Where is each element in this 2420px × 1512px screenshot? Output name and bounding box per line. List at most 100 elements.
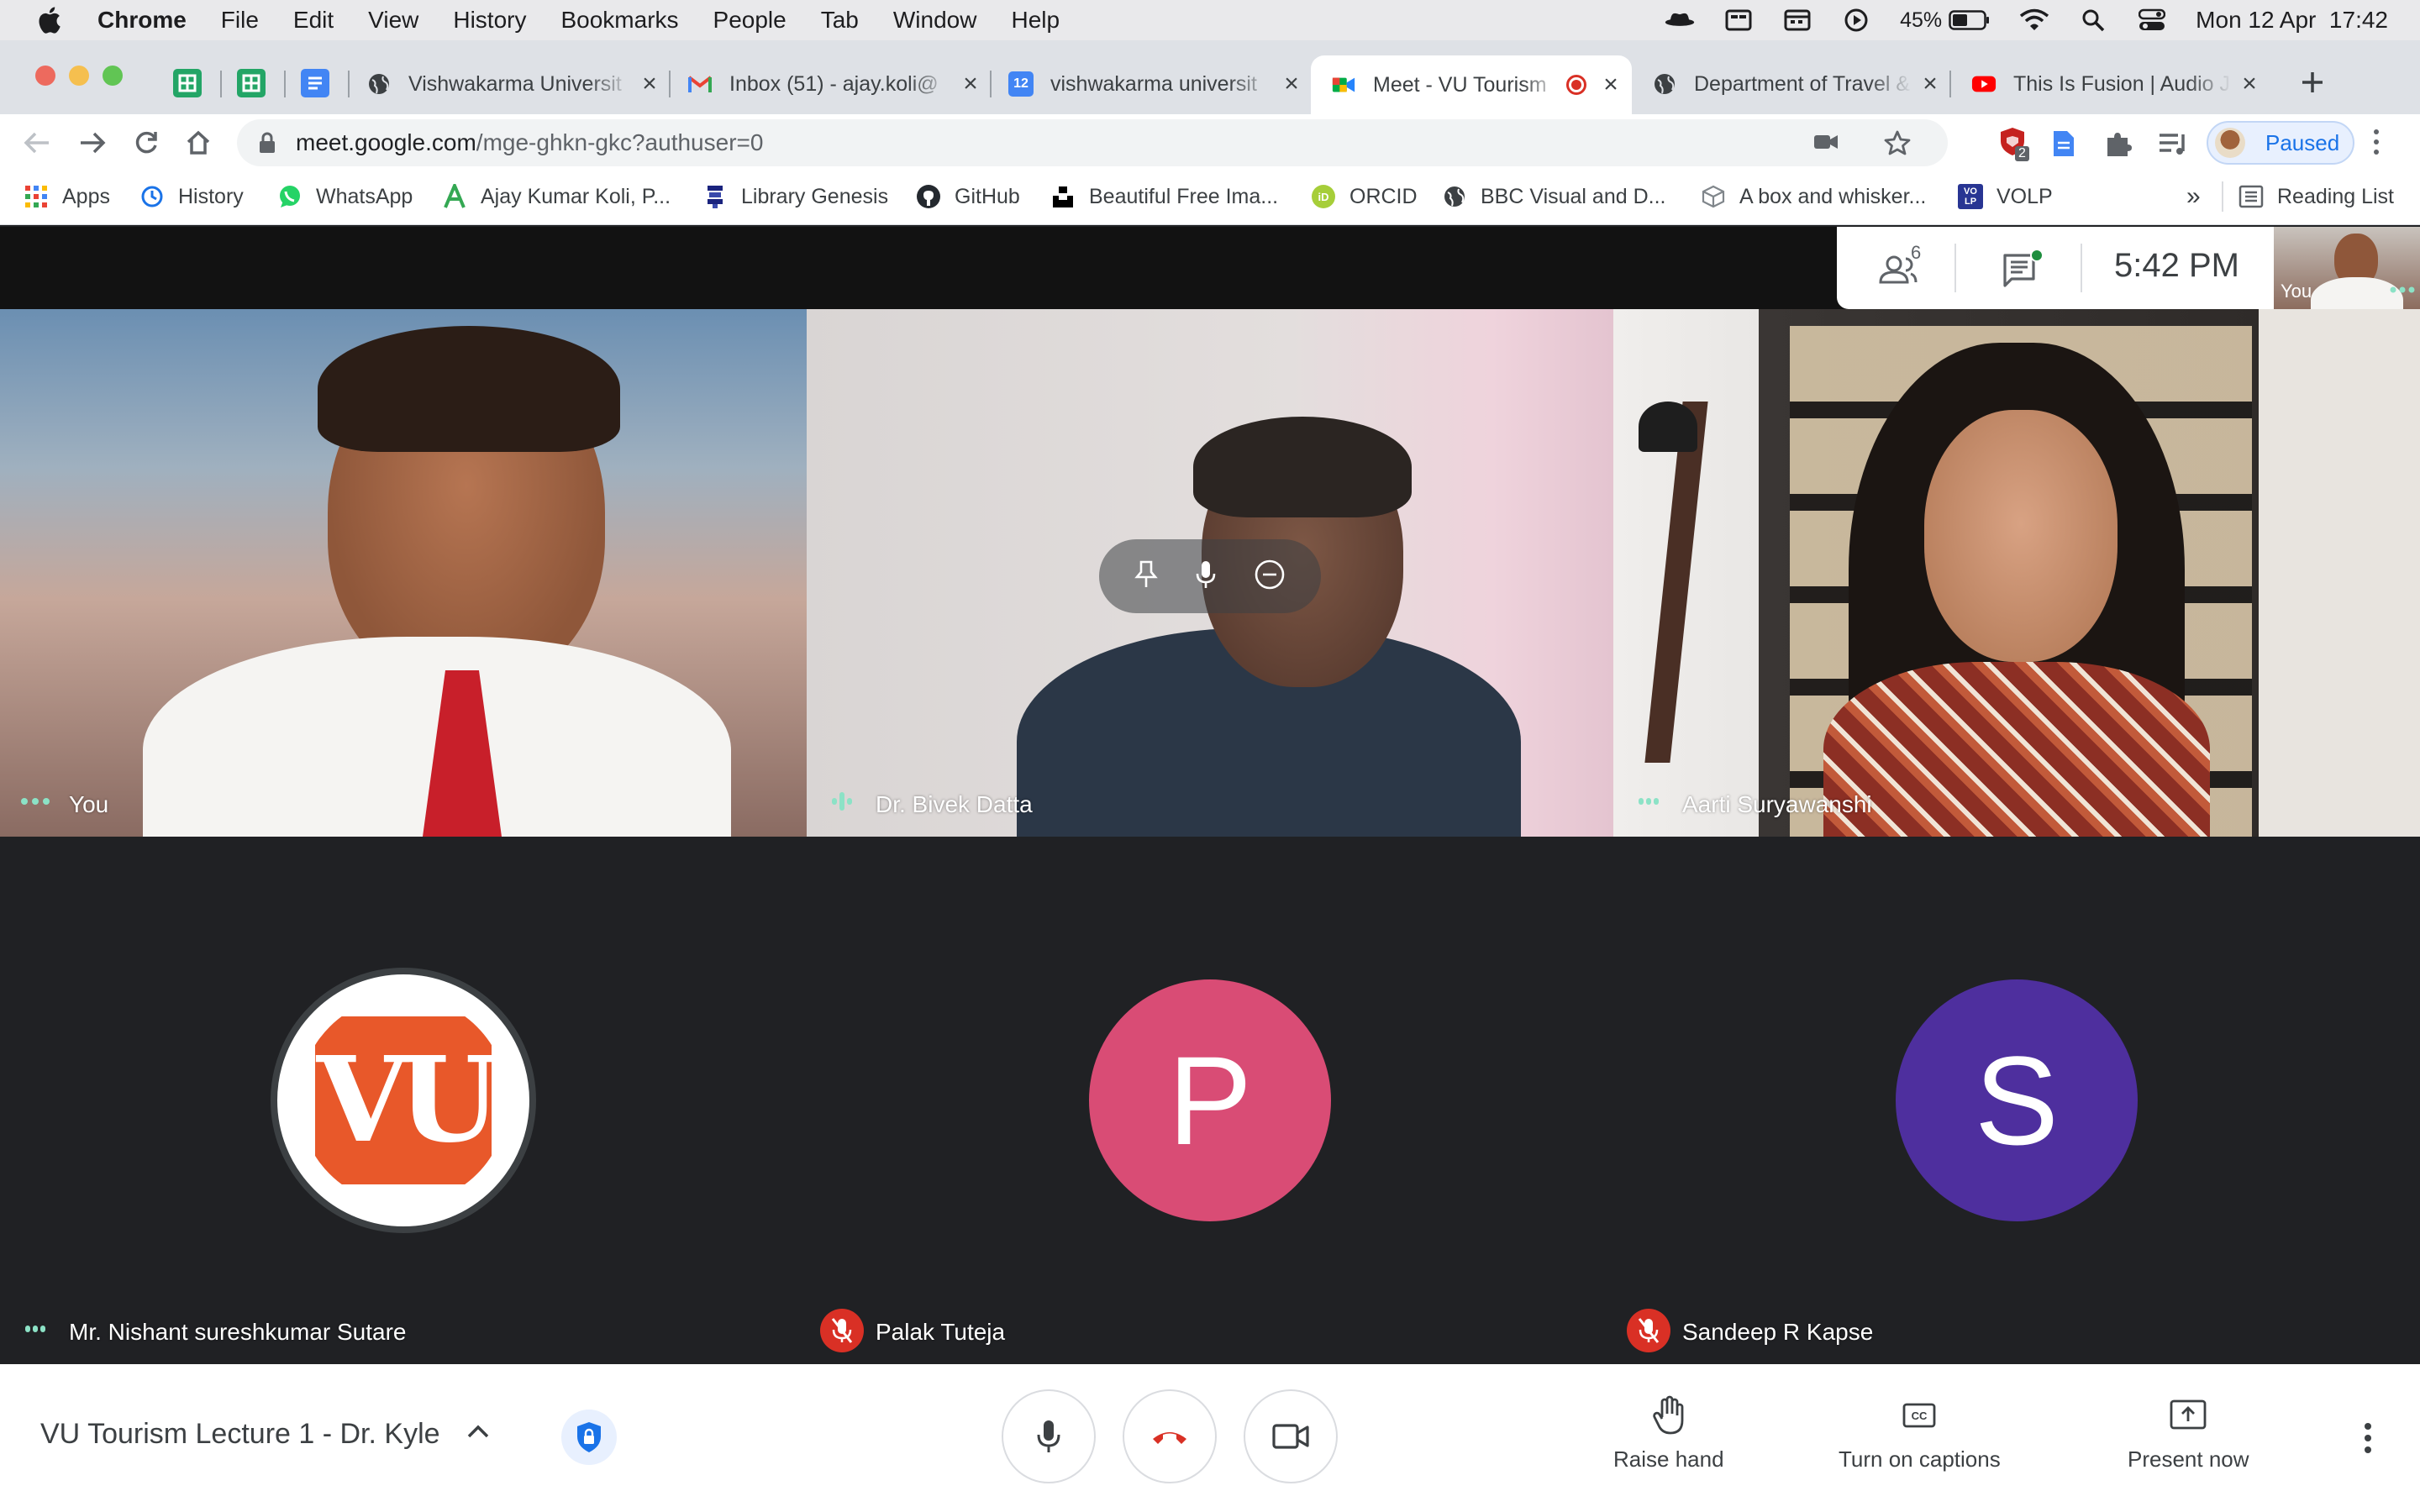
host-controls-button[interactable] [561,1410,617,1465]
tab-close-icon[interactable]: × [2237,70,2262,98]
pinned-tab-docs[interactable] [301,69,329,97]
tab-close-icon[interactable]: × [1598,71,1623,99]
menu-view[interactable]: View [368,7,418,34]
tab-youtube-fusion[interactable]: This Is Fusion | Audio J × [1971,59,2262,109]
video-tile-palak-tuteja[interactable]: P Palak Tuteja [807,837,1613,1364]
tab-close-icon[interactable]: × [637,70,662,98]
bookmark-apps[interactable]: Apps [24,180,110,213]
menu-edit[interactable]: Edit [293,7,334,34]
play-circle-icon[interactable] [1841,8,1871,32]
bookmark-github[interactable]: GitHub [916,180,1020,213]
forward-arrow-icon[interactable] [77,128,108,158]
tab-vishwakarma-university[interactable]: Vishwakarma Universit × [366,59,662,109]
docs-extension-icon[interactable] [2052,129,2075,162]
volp-icon: VO LP [1958,184,1983,209]
menu-datetime[interactable]: Mon 12 Apr 17:42 [2196,7,2388,34]
apple-icon[interactable] [32,3,66,37]
pinned-tab-sheets-2[interactable] [237,69,266,97]
meeting-details-chevron-up-icon[interactable] [466,1423,491,1444]
video-tile-aarti-suryawanshi[interactable]: Aarti Suryawanshi [1613,309,2420,837]
video-tile-nishant-sutare[interactable]: VU Mr. Nishant sureshkumar Sutare [0,837,807,1364]
menu-bookmarks[interactable]: Bookmarks [560,7,678,34]
bookmark-orcid[interactable]: iD ORCID [1311,180,1418,213]
meeting-title[interactable]: VU Tourism Lecture 1 - Dr. Kyle [40,1418,440,1451]
tab-title: vishwakarma universit [1050,71,1257,96]
mute-participant-mic-icon[interactable] [1195,559,1217,595]
spotlight-search-icon[interactable] [2078,8,2108,32]
remove-participant-icon[interactable] [1254,559,1286,595]
control-center-icon[interactable] [2137,8,2167,32]
camera-button[interactable] [1244,1389,1338,1483]
wifi-icon[interactable] [2019,8,2049,32]
speaking-indicator-icon [1632,786,1665,816]
participant-name: Palak Tuteja [876,1319,1006,1345]
profile-paused-button[interactable]: Paused [2207,121,2354,165]
menu-file[interactable]: File [221,7,259,34]
bookmark-volp[interactable]: VO LP VOLP [1958,180,2053,213]
window-zoom-button[interactable] [103,66,123,86]
pinned-tab-sheets-1[interactable] [173,69,202,97]
menu-window[interactable]: Window [893,7,977,34]
new-tab-plus-icon[interactable] [2294,64,2331,101]
chrome-menu-kebab-icon[interactable] [2371,128,2381,160]
bookmark-library-genesis[interactable]: Library Genesis [702,180,888,213]
tab-close-icon[interactable]: × [1279,70,1304,98]
window-minimize-button[interactable] [69,66,89,86]
bookmarks-overflow-chevron[interactable]: » [2186,180,2201,213]
tab-vishwakarma-calendar[interactable]: 12 vishwakarma universit × [1008,59,1304,109]
bookmark-beautiful-free-images[interactable]: Beautiful Free Ima... [1050,180,1278,213]
self-view-more-dots-icon[interactable] [2390,282,2415,297]
raise-hand-button[interactable]: Raise hand [1613,1394,1724,1473]
people-button[interactable]: 6 [1877,242,1924,287]
extensions-puzzle-icon[interactable] [2104,129,2133,162]
video-tile-bivek-datta[interactable]: Dr. Bivek Datta [807,309,1613,837]
profile-status-label: Paused [2265,129,2340,155]
media-queue-icon[interactable] [2158,131,2188,160]
camera-in-use-icon[interactable] [1813,131,1839,159]
reload-icon[interactable] [131,128,161,158]
mic-muted-icon [820,1309,864,1352]
menu-app-name[interactable]: Chrome [97,7,187,34]
menu-help[interactable]: Help [1011,7,1060,34]
tab-department-of-travel[interactable]: Department of Travel & × [1652,59,1943,109]
bookmark-whatsapp[interactable]: WhatsApp [277,180,413,213]
video-tile-you[interactable]: You [0,309,807,837]
battery-indicator[interactable]: 45% [1900,8,1991,33]
menu-history[interactable]: History [453,7,526,34]
turn-on-captions-button[interactable]: CC Turn on captions [1839,1394,2001,1473]
incognito-hat-icon[interactable] [1665,8,1695,32]
menu-people[interactable]: People [713,7,786,34]
screen-icon[interactable] [1723,8,1754,32]
menu-tab[interactable]: Tab [821,7,859,34]
bookmark-bbc-visual[interactable]: BBC Visual and D... [1442,180,1665,213]
home-icon[interactable] [183,128,213,158]
bookmark-star-icon[interactable] [1884,129,1911,162]
video-tile-sandeep-kapse[interactable]: S Sandeep R Kapse [1613,837,2420,1364]
more-options-dots-icon[interactable] [18,786,52,816]
chat-button[interactable] [2002,249,2044,289]
shield-extension-icon[interactable]: 2 [1998,126,2032,163]
pin-icon[interactable] [1134,559,1158,595]
tab-google-meet-active[interactable]: Meet - VU Tourism × [1311,55,1632,114]
address-bar[interactable]: meet.google.com /mge-ghkn-gkc?authuser=0 [237,119,1948,166]
microphone-button[interactable] [1002,1389,1096,1483]
bookmark-history[interactable]: History [139,180,244,213]
participant-video [0,309,807,837]
cube-icon [1701,184,1726,209]
tab-close-icon[interactable]: × [958,70,983,98]
leave-call-button[interactable] [1123,1389,1217,1483]
calendar-status-icon[interactable] [1782,8,1812,32]
apps-grid-icon [24,184,49,209]
window-close-button[interactable] [35,66,55,86]
present-now-button[interactable]: Present now [2128,1394,2249,1473]
back-arrow-icon[interactable] [22,128,52,158]
meet-icon [1331,72,1356,97]
self-view-thumbnail[interactable]: You [2274,227,2420,309]
tab-gmail-inbox[interactable]: Inbox (51) - ajay.koli@ × [687,59,983,109]
more-options-kebab-icon[interactable] [2363,1421,2373,1459]
reading-list-button[interactable]: Reading List [2238,180,2394,213]
bookmark-ajay-kumar-koli[interactable]: Ajay Kumar Koli, P... [442,180,671,213]
lock-icon[interactable] [259,131,279,155]
tab-close-icon[interactable]: × [1918,70,1943,98]
bookmark-box-and-whisker[interactable]: A box and whisker... [1701,180,1926,213]
